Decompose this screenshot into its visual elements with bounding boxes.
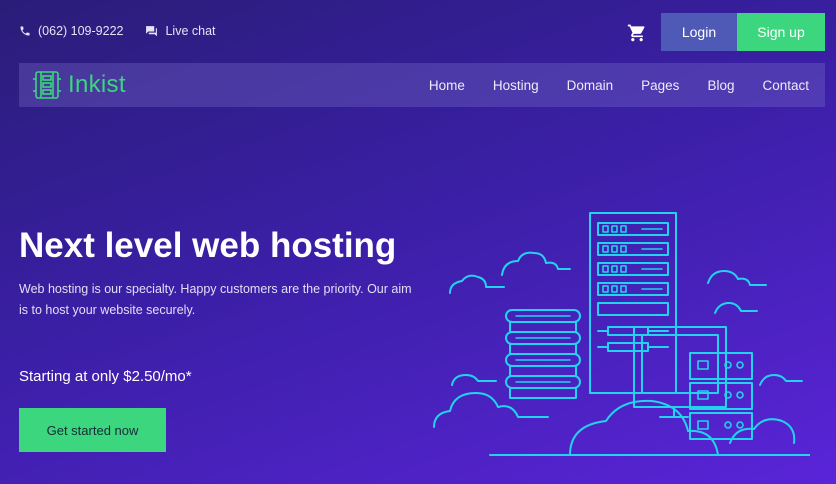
hero-title: Next level web hosting	[19, 226, 397, 265]
server-logo-icon	[33, 71, 61, 99]
login-button[interactable]: Login	[661, 13, 737, 51]
nav-pages[interactable]: Pages	[641, 78, 679, 93]
nav-domain[interactable]: Domain	[567, 78, 614, 93]
nav-home[interactable]: Home	[429, 78, 465, 93]
contact-info: (062) 109-9222 Live chat	[19, 24, 238, 38]
starting-price: Starting at only $2.50/mo*	[19, 368, 192, 385]
nav-menu: Home Hosting Domain Pages Blog Contact	[401, 63, 809, 107]
hero-description: Web hosting is our specialty. Happy cust…	[19, 282, 412, 317]
signup-button[interactable]: Sign up	[737, 13, 825, 51]
live-chat-label: Live chat	[165, 24, 216, 38]
phone-contact[interactable]: (062) 109-9222	[19, 24, 123, 38]
brand-logo[interactable]: Inkist	[32, 70, 126, 100]
live-chat-link[interactable]: Live chat	[145, 24, 216, 38]
get-started-button[interactable]: Get started now	[19, 408, 166, 452]
server-cloud-illustration	[433, 212, 810, 456]
cart-icon[interactable]	[627, 23, 647, 43]
nav-contact[interactable]: Contact	[762, 78, 809, 93]
nav-hosting[interactable]: Hosting	[493, 78, 539, 93]
phone-icon	[20, 26, 30, 36]
nav-blog[interactable]: Blog	[707, 78, 734, 93]
phone-number: (062) 109-9222	[38, 24, 124, 38]
brand-name: Inkist	[68, 71, 126, 98]
main-navbar: Inkist Home Hosting Domain Pages Blog Co…	[19, 63, 825, 107]
top-bar: (062) 109-9222 Live chat Login Sign up	[0, 0, 836, 62]
chat-icon	[146, 26, 158, 37]
